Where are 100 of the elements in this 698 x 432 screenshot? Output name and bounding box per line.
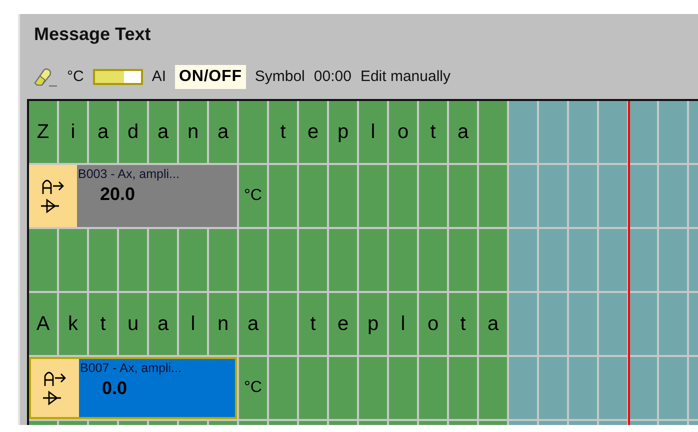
grid-cell — [599, 229, 627, 291]
character-text: A — [36, 312, 50, 337]
grid-cell — [629, 357, 657, 419]
grid-cell — [419, 357, 447, 419]
character-text: t — [310, 312, 316, 337]
character-text: p — [337, 120, 349, 145]
character-cell — [659, 293, 687, 355]
grid-cell — [599, 357, 627, 419]
grid-cell — [329, 357, 357, 419]
character-cell — [569, 101, 597, 163]
grid-cell — [359, 357, 387, 419]
grid-cell — [539, 357, 567, 419]
grid-cell — [539, 165, 567, 227]
character-text: a — [457, 120, 469, 145]
grid-cell — [389, 229, 417, 291]
character-text: e — [307, 120, 319, 145]
character-text: l — [190, 312, 196, 337]
grid-cell — [599, 165, 627, 227]
grid-cell — [299, 229, 327, 291]
analog-block[interactable]: B003 - Ax, ampli... 20.0 — [29, 165, 237, 227]
grid-cell — [329, 165, 357, 227]
character-cell — [629, 293, 657, 355]
grid-cell — [299, 357, 327, 419]
character-text: a — [157, 312, 169, 337]
grid-cell — [509, 357, 537, 419]
analog-block[interactable]: B007 - Ax, ampli... 0.0 — [29, 357, 237, 419]
character-text: a — [157, 120, 169, 145]
character-text: t — [460, 312, 466, 337]
grid-cell — [659, 229, 687, 291]
character-cell — [539, 101, 567, 163]
character-cell — [539, 293, 567, 355]
character-cell — [479, 101, 507, 163]
grid-cell — [569, 165, 597, 227]
grid-cell — [659, 357, 687, 419]
grid-cell — [269, 165, 297, 227]
character-text: t — [100, 312, 106, 337]
grid-cell — [419, 165, 447, 227]
character-cell — [569, 293, 597, 355]
grid-cell — [539, 229, 567, 291]
unit-label: °C — [244, 378, 262, 398]
bar-graph-icon[interactable] — [92, 69, 143, 85]
grid-cell — [389, 357, 417, 419]
grid-cell — [359, 165, 387, 227]
grid-cell — [209, 229, 237, 291]
character-cell — [629, 101, 657, 163]
eraser-icon[interactable] — [32, 66, 58, 88]
character-text: o — [427, 312, 439, 337]
amplifier-block-icon — [31, 359, 79, 417]
character-text: n — [217, 312, 229, 337]
grid-cell — [629, 165, 657, 227]
character-text: a — [97, 120, 109, 145]
character-text: t — [430, 120, 436, 145]
grid-cell — [269, 229, 297, 291]
character-text: a — [247, 312, 259, 337]
character-cell — [599, 101, 627, 163]
on-off-button[interactable]: ON/OFF — [175, 65, 246, 89]
grid-cell — [269, 357, 297, 419]
character-cell — [239, 101, 267, 163]
character-text: a — [217, 120, 229, 145]
grid-cell — [59, 229, 87, 291]
grid-cell — [479, 165, 507, 227]
grid-cell — [179, 229, 207, 291]
character-text: u — [127, 312, 139, 337]
toolbar-button[interactable]: 00:00 — [314, 65, 352, 89]
toolbar-button[interactable]: °C — [67, 65, 84, 89]
character-cell — [509, 293, 537, 355]
amplifier-block-icon — [29, 165, 77, 227]
grid-cell — [329, 229, 357, 291]
grid-cell — [449, 165, 477, 227]
grid-cell — [569, 357, 597, 419]
character-cell — [509, 101, 537, 163]
grid-cell — [119, 229, 147, 291]
grid-cell — [29, 229, 57, 291]
grid-cell — [509, 229, 537, 291]
panel-title: Message Text — [34, 22, 151, 46]
character-text: d — [127, 120, 139, 145]
character-cell — [269, 293, 297, 355]
grid-cell — [449, 357, 477, 419]
grid-cell — [479, 229, 507, 291]
block-label: B003 - Ax, ampli... — [78, 167, 180, 182]
grid-cell — [449, 229, 477, 291]
character-text: t — [280, 120, 286, 145]
block-label: B007 - Ax, ampli... — [80, 361, 182, 376]
block-value: 20.0 — [99, 183, 136, 206]
grid-cell — [569, 229, 597, 291]
grid-cell — [419, 229, 447, 291]
character-text: n — [187, 120, 199, 145]
grid-cell — [359, 229, 387, 291]
toolbar-button[interactable]: AI — [152, 65, 166, 89]
grid-cell — [509, 165, 537, 227]
character-text: p — [367, 312, 379, 337]
character-text: k — [68, 312, 78, 337]
toolbar-button[interactable]: Edit manually — [360, 65, 450, 89]
character-text: e — [337, 312, 349, 337]
character-cell — [659, 101, 687, 163]
grid-cell — [659, 165, 687, 227]
unit-label: °C — [244, 186, 262, 206]
grid-cell — [389, 165, 417, 227]
toolbar-button[interactable]: Symbol — [254, 65, 305, 89]
grid-cell — [239, 229, 267, 291]
